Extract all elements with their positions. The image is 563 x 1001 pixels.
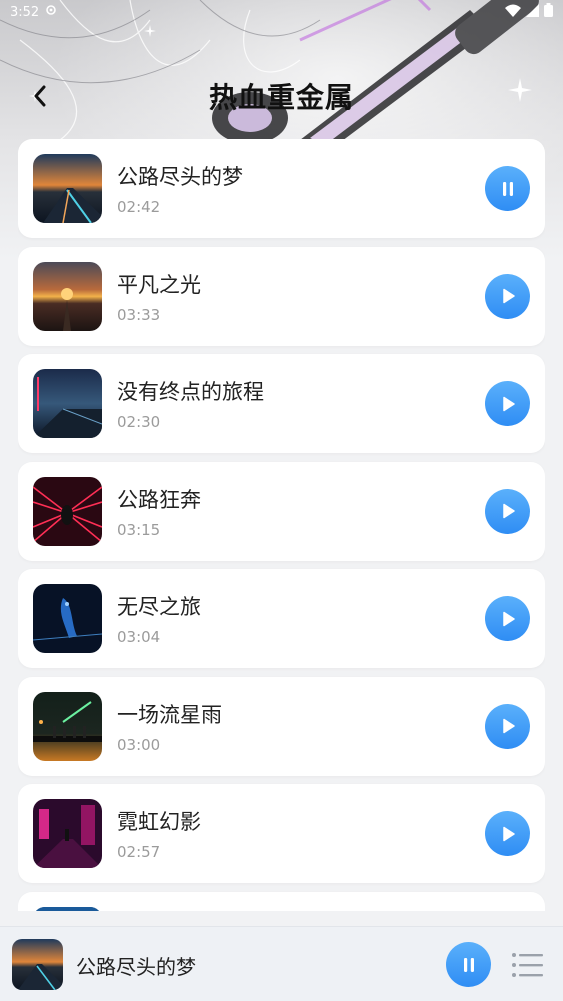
album-art [33, 261, 102, 331]
wifi-icon [505, 4, 521, 21]
album-art [33, 154, 102, 223]
song-card[interactable]: 公路狂奔 03:15 [18, 461, 545, 561]
settings-icon [45, 4, 57, 20]
song-duration: 03:00 [117, 735, 161, 754]
album-art [33, 584, 102, 653]
song-duration: 02:30 [117, 413, 161, 431]
play-button[interactable] [485, 381, 530, 426]
status-time: 3:52 [10, 4, 40, 20]
page-title: 热血重金属 [208, 81, 354, 114]
album-art [33, 799, 102, 868]
song-card[interactable]: 无尽之旅 03:04 [18, 569, 545, 668]
play-icon [502, 826, 515, 841]
song-card[interactable] [18, 891, 545, 911]
now-playing-bar[interactable]: 公路尽头的梦 [0, 926, 563, 1001]
song-duration: 03:33 [117, 305, 161, 324]
song-card[interactable]: 公路尽头的梦 02:42 [18, 139, 545, 238]
now-playing-album-art [12, 939, 63, 990]
song-card[interactable]: 平凡之光 03:33 [18, 246, 545, 346]
song-title: 平凡之光 [117, 272, 201, 297]
song-title: 公路尽头的梦 [117, 165, 243, 189]
song-duration: 02:42 [117, 198, 161, 216]
album-art [33, 369, 102, 438]
song-list[interactable]: 公路尽头的梦 02:42 平凡之光 03:33 没有终点的旅程 02:30 公路… [18, 139, 545, 911]
pause-icon [502, 181, 513, 196]
play-icon [502, 611, 515, 626]
pause-icon [463, 957, 474, 972]
album-art [33, 691, 102, 761]
song-title: 霓虹幻影 [117, 810, 201, 834]
playlist-icon [512, 953, 543, 977]
status-bar: 3:52 [0, 0, 563, 24]
play-icon [502, 503, 515, 519]
album-art [33, 906, 102, 911]
now-playing-title: 公路尽头的梦 [76, 955, 196, 979]
play-icon [502, 288, 515, 304]
song-card[interactable]: 霓虹幻影 02:57 [18, 784, 545, 883]
signal-icon [526, 3, 539, 21]
song-title: 无尽之旅 [117, 595, 201, 619]
playlist-button[interactable] [509, 947, 545, 983]
song-duration: 03:04 [117, 628, 161, 646]
page-header: 热血重金属 [0, 70, 563, 122]
song-title: 没有终点的旅程 [117, 380, 264, 404]
battery-icon [544, 3, 553, 21]
song-card[interactable]: 一场流星雨 03:00 [18, 676, 545, 776]
play-button[interactable] [485, 596, 530, 641]
play-button[interactable] [485, 488, 530, 534]
song-title: 公路狂奔 [117, 487, 201, 512]
play-button[interactable] [485, 703, 530, 749]
song-duration: 02:57 [117, 843, 161, 861]
play-icon [502, 396, 515, 411]
album-art [33, 476, 102, 546]
play-button[interactable] [485, 273, 530, 319]
play-icon [502, 718, 515, 734]
song-title: 一场流星雨 [117, 702, 222, 727]
pause-button[interactable] [485, 166, 530, 211]
song-card[interactable]: 没有终点的旅程 02:30 [18, 354, 545, 453]
play-button[interactable] [485, 811, 530, 856]
song-duration: 03:15 [117, 520, 161, 539]
now-playing-pause-button[interactable] [446, 942, 491, 987]
